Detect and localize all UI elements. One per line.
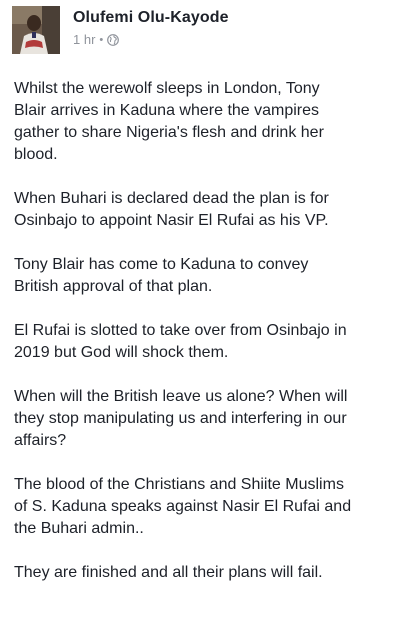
post-paragraph: El Rufai is slotted to take over from Os… bbox=[14, 322, 347, 361]
avatar[interactable] bbox=[12, 6, 60, 54]
post-timestamp[interactable]: 1 hr bbox=[73, 32, 95, 47]
author-name[interactable]: Olufemi Olu-Kayode bbox=[73, 9, 229, 27]
post-paragraph: They are finished and all their plans wi… bbox=[14, 564, 323, 581]
post-paragraph: Tony Blair has come to Kaduna to convey … bbox=[14, 256, 309, 295]
post-body: Whilst the werewolf sleeps in London, To… bbox=[14, 78, 406, 584]
post-meta: 1 hr • bbox=[73, 32, 120, 47]
meta-separator: • bbox=[99, 33, 104, 46]
avatar-photo bbox=[12, 6, 60, 54]
post-paragraph: Whilst the werewolf sleeps in London, To… bbox=[14, 80, 324, 163]
post-paragraph: When will the British leave us alone? Wh… bbox=[14, 388, 348, 449]
post-paragraph: When Buhari is declared dead the plan is… bbox=[14, 190, 329, 229]
post-paragraph: The blood of the Christians and Shiite M… bbox=[14, 476, 352, 537]
post-header: Olufemi Olu-Kayode 1 hr • bbox=[12, 6, 407, 54]
globe-icon[interactable] bbox=[107, 33, 120, 46]
